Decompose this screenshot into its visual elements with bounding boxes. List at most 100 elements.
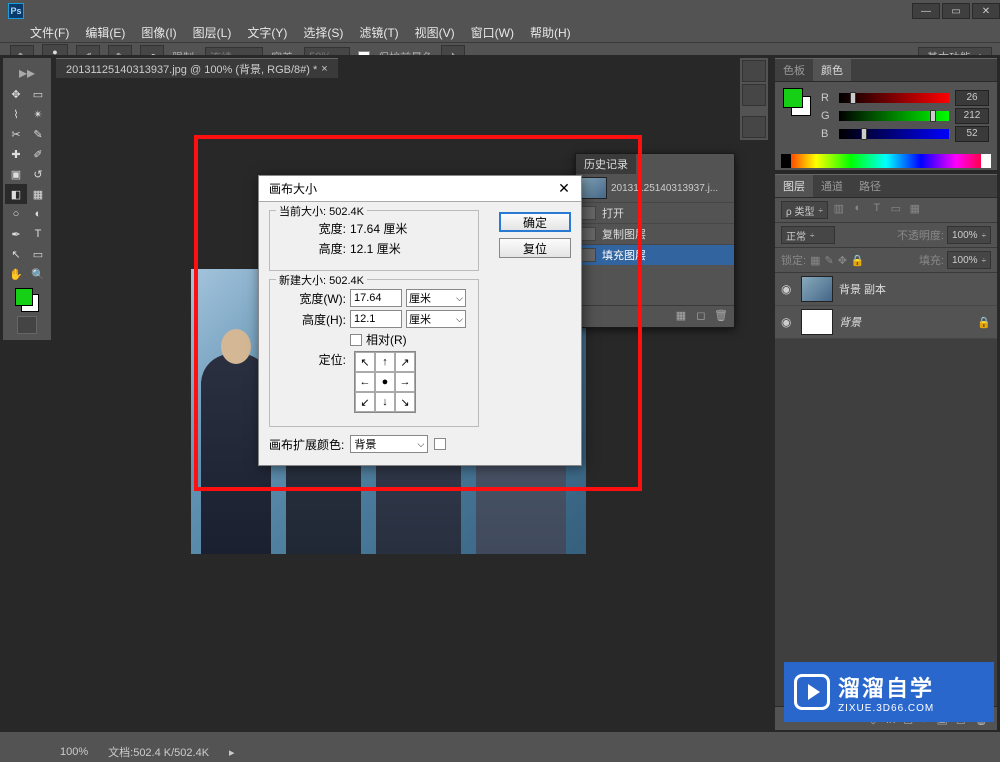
anchor-grid[interactable]: ↖↑↗ ←●→ ↙↓↘ — [354, 351, 416, 413]
new-doc-from-state-icon[interactable]: ▦ — [674, 309, 688, 323]
dodge-tool[interactable]: ◐ — [27, 204, 49, 224]
paths-tab[interactable]: 路径 — [851, 175, 889, 197]
history-snapshot-thumb[interactable] — [579, 177, 607, 199]
r-value[interactable]: 26 — [955, 90, 989, 106]
wand-tool[interactable]: ✴ — [27, 104, 49, 124]
move-tool[interactable]: ✥ — [5, 84, 27, 104]
b-value[interactable]: 52 — [955, 126, 989, 142]
lock-trans-icon[interactable]: ▦ — [810, 254, 820, 267]
dock-icon-2[interactable] — [742, 84, 766, 106]
brush-tool[interactable]: ✐ — [27, 144, 49, 164]
layer-row-bg[interactable]: ◉ 背景 🔒 — [775, 306, 997, 339]
maximize-button[interactable]: ▭ — [942, 3, 970, 19]
filter-type-icon[interactable]: T — [869, 202, 885, 218]
quickmask-toggle[interactable] — [17, 316, 37, 334]
panel-color-swatch[interactable] — [783, 88, 811, 116]
lock-pixel-icon[interactable]: ✎ — [824, 254, 833, 267]
tab-close-icon[interactable]: × — [321, 63, 327, 75]
width-unit-select[interactable]: 厘米 — [406, 289, 466, 307]
heal-tool[interactable]: ✚ — [5, 144, 27, 164]
menu-help[interactable]: 帮助(H) — [530, 24, 571, 41]
lock-all-icon[interactable]: 🔒 — [851, 254, 865, 267]
history-item-copy-layer[interactable]: 复制图层 — [576, 223, 734, 244]
menu-window[interactable]: 窗口(W) — [471, 24, 514, 41]
color-tab[interactable]: 颜色 — [813, 59, 851, 81]
hand-tool[interactable]: ✋ — [5, 264, 27, 284]
menu-select[interactable]: 选择(S) — [303, 24, 343, 41]
layer-name[interactable]: 背景 副本 — [839, 281, 886, 297]
ext-color-select[interactable]: 背景 — [350, 435, 428, 453]
menu-file[interactable]: 文件(F) — [30, 24, 69, 41]
width-input[interactable] — [350, 289, 402, 307]
cancel-button[interactable]: 复位 — [499, 238, 571, 258]
close-button[interactable]: ✕ — [972, 3, 1000, 19]
layer-row-copy[interactable]: ◉ 背景 副本 — [775, 273, 997, 306]
zoom-tool[interactable]: 🔍 — [27, 264, 49, 284]
blend-mode-select[interactable]: 正常 — [781, 226, 835, 244]
color-spectrum[interactable] — [781, 154, 991, 168]
menu-layer[interactable]: 图层(L) — [193, 24, 232, 41]
dialog-close-button[interactable]: ✕ — [553, 180, 575, 198]
doc-info-chevron[interactable]: ▸ — [229, 746, 235, 759]
delete-state-icon[interactable]: 🗑 — [714, 309, 728, 323]
ext-color-swatch[interactable] — [434, 438, 446, 450]
menu-image[interactable]: 图像(I) — [141, 24, 176, 41]
height-unit-select[interactable]: 厘米 — [406, 310, 466, 328]
path-tool[interactable]: ↖ — [5, 244, 27, 264]
color-swatch[interactable] — [15, 288, 39, 312]
lasso-tool[interactable]: ⌇ — [5, 104, 27, 124]
menu-filter[interactable]: 滤镜(T) — [359, 24, 398, 41]
visibility-icon[interactable]: ◉ — [781, 282, 795, 296]
layers-tab[interactable]: 图层 — [775, 175, 813, 197]
opacity-input[interactable]: 100% — [947, 226, 991, 244]
dock-icon-3[interactable] — [742, 116, 766, 138]
blur-tool[interactable]: ○ — [5, 204, 27, 224]
menu-view[interactable]: 视图(V) — [415, 24, 455, 41]
channels-tab[interactable]: 通道 — [813, 175, 851, 197]
r-slider[interactable] — [839, 93, 949, 103]
history-item-fill-layer[interactable]: 填充图层 — [576, 244, 734, 265]
foreground-color[interactable] — [15, 288, 33, 306]
crop-tool[interactable]: ✂ — [5, 124, 27, 144]
layer-name[interactable]: 背景 — [839, 314, 861, 330]
filter-smart-icon[interactable]: ▦ — [907, 202, 923, 218]
shape-tool[interactable]: ▭ — [27, 244, 49, 264]
menu-edit[interactable]: 编辑(E) — [85, 24, 125, 41]
filter-adjust-icon[interactable]: ◐ — [850, 202, 866, 218]
b-slider[interactable] — [839, 129, 949, 139]
layer-filter-select[interactable]: ρ 类型 — [781, 201, 828, 219]
lock-pos-icon[interactable]: ✥ — [838, 254, 847, 267]
menu-type[interactable]: 文字(Y) — [247, 24, 287, 41]
pen-tool[interactable]: ✒ — [5, 224, 27, 244]
history-panel[interactable]: 历史记录 20131125140313937.j... 打开 复制图层 填充图层… — [575, 153, 735, 328]
minimize-button[interactable]: — — [912, 3, 940, 19]
eraser-tool[interactable]: ◧ — [5, 184, 27, 204]
document-tab[interactable]: 20131125140313937.jpg @ 100% (背景, RGB/8#… — [56, 58, 338, 78]
stamp-tool[interactable]: ▣ — [5, 164, 27, 184]
doc-info[interactable]: 文档:502.4 K/502.4K — [108, 744, 209, 760]
dock-icon-1[interactable] — [742, 60, 766, 82]
gradient-tool[interactable]: ▦ — [27, 184, 49, 204]
marquee-tool[interactable]: ▭ — [27, 84, 49, 104]
layer-thumb[interactable] — [801, 276, 833, 302]
visibility-icon[interactable]: ◉ — [781, 315, 795, 329]
swatches-tab[interactable]: 色板 — [775, 59, 813, 81]
relative-checkbox[interactable] — [350, 334, 362, 346]
filter-pixel-icon[interactable]: ▥ — [831, 202, 847, 218]
history-brush-tool[interactable]: ↺ — [27, 164, 49, 184]
zoom-display[interactable]: 100% — [60, 746, 88, 758]
height-input[interactable] — [350, 310, 402, 328]
layer-thumb[interactable] — [801, 309, 833, 335]
history-tab[interactable]: 历史记录 — [576, 154, 636, 174]
eyedropper-tool[interactable]: ✎ — [27, 124, 49, 144]
toolbox-expand[interactable]: ▸▸ — [5, 62, 49, 84]
filter-shape-icon[interactable]: ▭ — [888, 202, 904, 218]
dialog-titlebar[interactable]: 画布大小 ✕ — [259, 176, 581, 202]
g-value[interactable]: 212 — [955, 108, 989, 124]
history-item-open[interactable]: 打开 — [576, 202, 734, 223]
fill-input[interactable]: 100% — [947, 251, 991, 269]
ok-button[interactable]: 确定 — [499, 212, 571, 232]
type-tool[interactable]: T — [27, 224, 49, 244]
g-slider[interactable] — [839, 111, 949, 121]
new-snapshot-icon[interactable]: ◻ — [694, 309, 708, 323]
